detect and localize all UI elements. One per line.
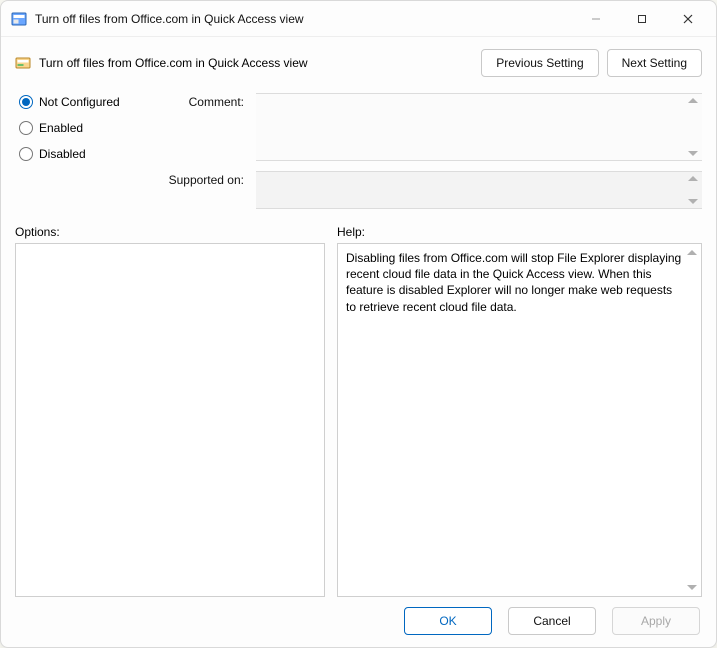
next-setting-button[interactable]: Next Setting [607,49,702,77]
ok-button[interactable]: OK [404,607,492,635]
radio-not-configured[interactable]: Not Configured [19,95,150,109]
radio-disabled[interactable]: Disabled [19,147,150,161]
help-label: Help: [337,225,365,239]
radio-label: Not Configured [39,95,120,109]
scroll-down-icon[interactable] [688,151,698,156]
help-text: Disabling files from Office.com will sto… [338,244,701,321]
comment-label: Comment: [158,93,248,161]
minimize-button[interactable] [574,4,618,34]
panes: Disabling files from Office.com will sto… [15,243,702,597]
radio-label: Enabled [39,121,83,135]
apply-button: Apply [612,607,700,635]
previous-setting-button[interactable]: Previous Setting [481,49,598,77]
options-pane [15,243,325,597]
scroll-up-icon[interactable] [687,250,697,255]
scroll-down-icon[interactable] [688,199,698,204]
dialog-footer: OK Cancel Apply [15,597,702,637]
setting-title: Turn off files from Office.com in Quick … [39,56,473,70]
window-controls [574,4,710,34]
state-radio-group: Not Configured Enabled Disabled [15,93,150,161]
window-title: Turn off files from Office.com in Quick … [35,12,574,26]
scroll-up-icon[interactable] [688,176,698,181]
radio-indicator [19,121,33,135]
supported-on-textarea [256,171,702,209]
dialog-window: Turn off files from Office.com in Quick … [0,0,717,648]
client-area: Turn off files from Office.com in Quick … [1,37,716,647]
titlebar: Turn off files from Office.com in Quick … [1,1,716,37]
app-icon [11,11,27,27]
scroll-up-icon[interactable] [688,98,698,103]
setting-header: Turn off files from Office.com in Quick … [15,47,702,79]
comment-textarea[interactable] [256,93,702,161]
maximize-button[interactable] [620,4,664,34]
cancel-button[interactable]: Cancel [508,607,596,635]
radio-indicator [19,147,33,161]
supported-on-label: Supported on: [158,171,248,209]
radio-label: Disabled [39,147,86,161]
radio-indicator [19,95,33,109]
section-labels: Options: Help: [15,225,702,239]
top-configuration-grid: Not Configured Enabled Disabled Comment:… [15,93,702,209]
close-button[interactable] [666,4,710,34]
policy-icon [15,55,31,71]
scroll-down-icon[interactable] [687,585,697,590]
radio-enabled[interactable]: Enabled [19,121,150,135]
options-label: Options: [15,225,325,239]
help-pane: Disabling files from Office.com will sto… [337,243,702,597]
help-scrollbar[interactable] [687,246,701,594]
